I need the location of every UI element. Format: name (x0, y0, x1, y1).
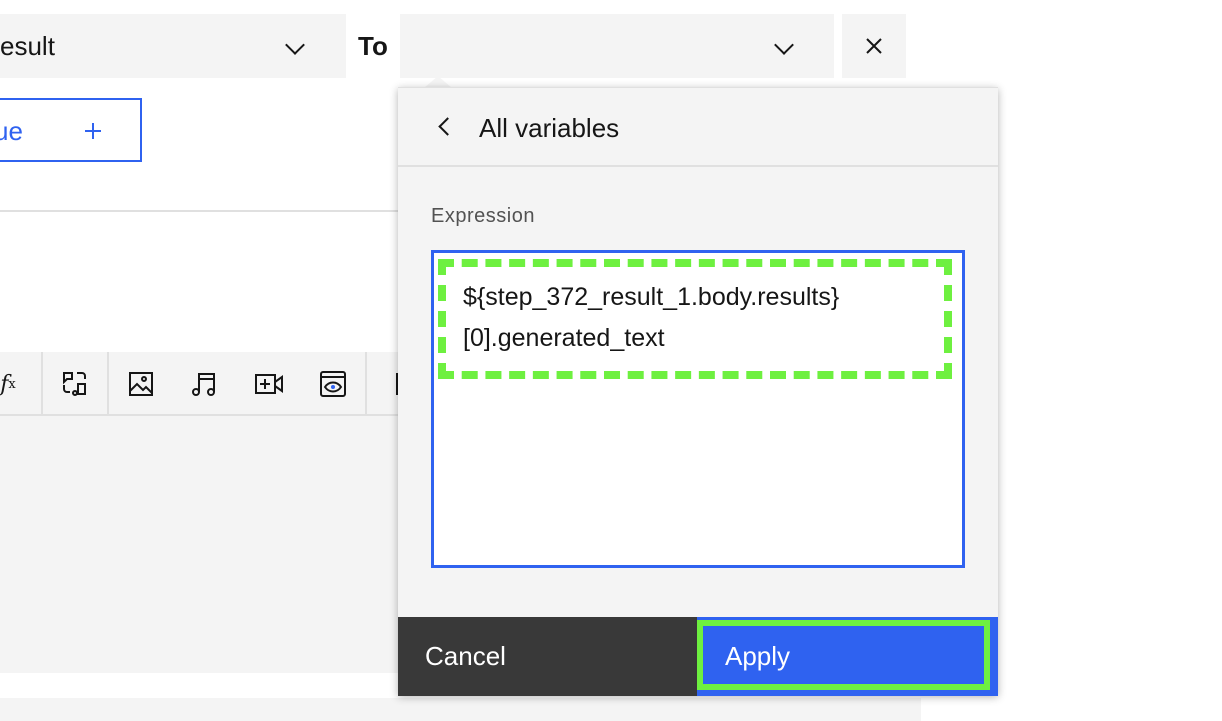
video-add-icon[interactable] (255, 370, 283, 398)
view-icon[interactable] (319, 370, 347, 398)
to-select[interactable] (400, 14, 834, 78)
from-select[interactable]: esult (0, 14, 346, 78)
expression-label: Expression (431, 205, 535, 227)
chevron-left-icon (438, 117, 457, 136)
image-icon[interactable] (127, 370, 155, 398)
expression-popover: All variables Expression ${step_372_resu… (398, 87, 998, 696)
chevron-down-icon (285, 35, 305, 55)
apply-label: Apply (725, 641, 791, 671)
add-value-button[interactable]: ue (0, 98, 142, 162)
back-to-all-variables[interactable]: All variables (398, 88, 998, 167)
toolbar-separator (107, 352, 109, 416)
apply-button[interactable]: Apply (697, 617, 998, 696)
chevron-down-icon (774, 35, 794, 55)
close-icon (866, 38, 882, 54)
add-value-label: ue (0, 116, 23, 146)
divider (0, 210, 398, 212)
function-icon[interactable]: fx (0, 370, 22, 398)
plus-icon (85, 123, 101, 139)
expression-input[interactable]: ${step_372_result_1.body.results} [0].ge… (431, 250, 965, 568)
back-label: All variables (479, 113, 620, 143)
footer-bar (0, 698, 921, 721)
editor-body[interactable] (0, 416, 398, 673)
toolbar-separator (41, 352, 43, 416)
music-icon[interactable] (190, 370, 218, 398)
editor-toolbar: fx (0, 352, 401, 416)
to-label: To (358, 31, 388, 61)
from-select-value: esult (0, 31, 55, 61)
transform-audio-icon[interactable] (61, 370, 89, 398)
cancel-button[interactable]: Cancel (398, 617, 697, 696)
toolbar-separator (365, 352, 367, 416)
close-button[interactable] (842, 14, 906, 78)
expression-value: ${step_372_result_1.body.results} [0].ge… (463, 283, 840, 352)
